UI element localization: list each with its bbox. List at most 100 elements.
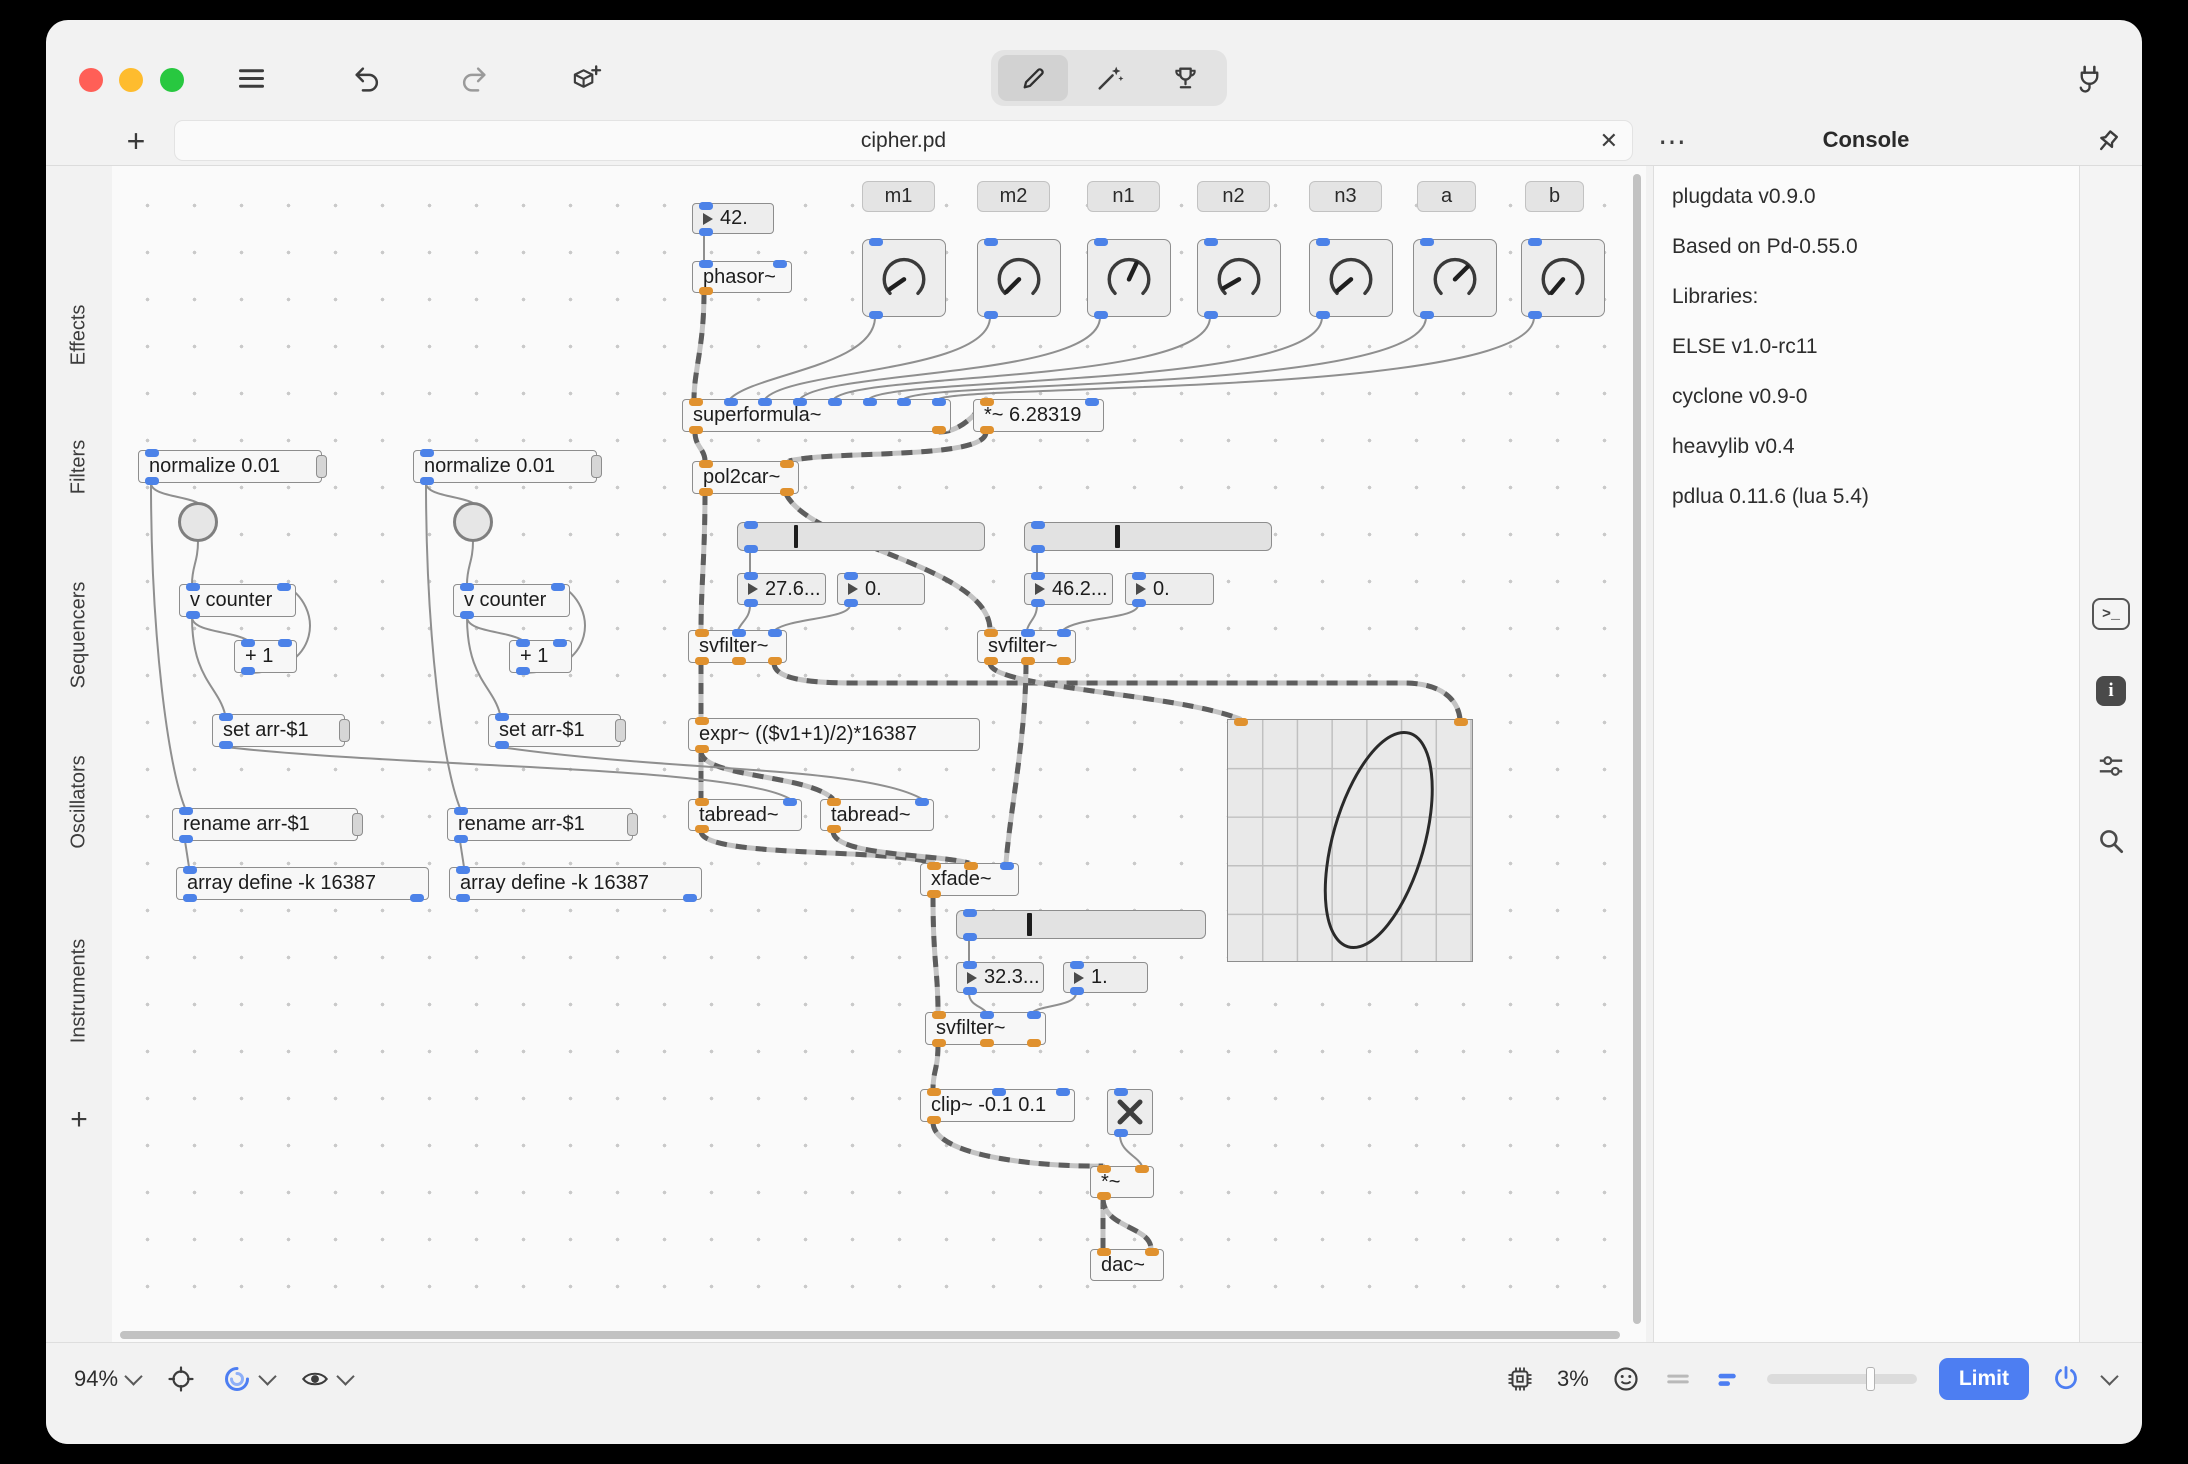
inlet-nub[interactable] bbox=[980, 1011, 994, 1019]
hslider-2[interactable] bbox=[1024, 522, 1272, 551]
outlet-nub[interactable] bbox=[1316, 311, 1330, 319]
knob-label-m2[interactable]: m2 bbox=[977, 181, 1050, 212]
inlet-nub[interactable] bbox=[1031, 521, 1045, 529]
outlet-nub[interactable] bbox=[186, 611, 200, 619]
inlet-nub[interactable] bbox=[1528, 238, 1542, 246]
outlet-nub[interactable] bbox=[179, 835, 193, 843]
patch-canvas[interactable]: 42.phasor~m1m2n1n2n3absuperformula~*~ 6.… bbox=[112, 166, 1646, 1342]
sidebar-item-filters[interactable]: Filters bbox=[68, 440, 91, 494]
sidebar-item-sequencers[interactable]: Sequencers bbox=[68, 582, 91, 689]
inlet-nub[interactable] bbox=[1056, 1088, 1070, 1096]
tab-close-button[interactable]: ✕ bbox=[1600, 121, 1618, 160]
edit-mode-button[interactable] bbox=[998, 55, 1068, 101]
inlet-nub[interactable] bbox=[932, 398, 946, 406]
inlet-nub[interactable] bbox=[869, 238, 883, 246]
outlet-nub[interactable] bbox=[927, 1116, 941, 1124]
outlet-nub[interactable] bbox=[780, 488, 794, 496]
inlet-nub[interactable] bbox=[145, 449, 159, 457]
inlet-nub[interactable] bbox=[828, 398, 842, 406]
inlet-nub[interactable] bbox=[963, 961, 977, 969]
knob-label-n1[interactable]: n1 bbox=[1087, 181, 1160, 212]
run-mode-button[interactable] bbox=[1074, 55, 1144, 101]
outlet-nub[interactable] bbox=[1031, 599, 1045, 607]
outlet-nub[interactable] bbox=[980, 426, 994, 434]
inlet-nub[interactable] bbox=[744, 572, 758, 580]
inlet-nub[interactable] bbox=[844, 572, 858, 580]
number-box-32-3[interactable]: 32.3... bbox=[956, 962, 1044, 993]
object-array-define-2[interactable]: array define -k 16387 bbox=[449, 867, 702, 900]
visibility-control[interactable] bbox=[300, 1364, 352, 1394]
outlet-nub[interactable] bbox=[732, 657, 746, 665]
inlet-nub[interactable] bbox=[1097, 1248, 1111, 1256]
outlet-nub[interactable] bbox=[768, 657, 782, 665]
sidebar-item-oscillators[interactable]: Oscillators bbox=[68, 755, 91, 848]
object-dac[interactable]: dac~ bbox=[1090, 1249, 1164, 1281]
zen-mode-button[interactable] bbox=[1611, 1364, 1641, 1394]
inlet-nub[interactable] bbox=[1027, 1011, 1041, 1019]
sidebar-item-instruments[interactable]: Instruments bbox=[68, 939, 91, 1043]
inlet-nub[interactable] bbox=[980, 398, 994, 406]
inlet-nub[interactable] bbox=[699, 460, 713, 468]
oscilloscope-display[interactable] bbox=[1227, 719, 1473, 962]
volume-slider-thumb[interactable] bbox=[1866, 1367, 1875, 1391]
center-canvas-button[interactable] bbox=[166, 1364, 196, 1394]
object-superformula[interactable]: superformula~ bbox=[682, 399, 951, 432]
chevron-down-icon[interactable] bbox=[2100, 1367, 2118, 1385]
inlet-nub[interactable] bbox=[1070, 961, 1084, 969]
inlet-nub[interactable] bbox=[992, 1088, 1006, 1096]
knob-n2[interactable] bbox=[1197, 239, 1281, 317]
outlet-nub[interactable] bbox=[516, 667, 530, 675]
outlet-nub[interactable] bbox=[932, 426, 946, 434]
outlet-nub[interactable] bbox=[699, 287, 713, 295]
tab-cipher-pd[interactable]: cipher.pd ✕ bbox=[174, 120, 1633, 161]
console-view-button[interactable]: >_ bbox=[2091, 594, 2131, 634]
number-box-frequency[interactable]: 42. bbox=[692, 203, 774, 234]
bang-2[interactable] bbox=[453, 502, 493, 542]
outlet-nub[interactable] bbox=[699, 488, 713, 496]
outlet-nub[interactable] bbox=[1132, 599, 1146, 607]
outlet-nub[interactable] bbox=[145, 477, 159, 485]
slider-handle[interactable] bbox=[1115, 525, 1120, 548]
inlet-nub[interactable] bbox=[699, 202, 713, 210]
message-normalize-2[interactable]: normalize 0.01 bbox=[413, 450, 597, 483]
outlet-nub[interactable] bbox=[744, 545, 758, 553]
outlet-nub[interactable] bbox=[219, 741, 233, 749]
inlet-nub[interactable] bbox=[793, 398, 807, 406]
object-v-counter-2[interactable]: v counter bbox=[453, 584, 570, 617]
inlet-nub[interactable] bbox=[780, 460, 794, 468]
inlet-nub[interactable] bbox=[783, 798, 797, 806]
inlet-nub[interactable] bbox=[984, 629, 998, 637]
main-menu-button[interactable] bbox=[229, 56, 273, 100]
outlet-nub[interactable] bbox=[744, 599, 758, 607]
outlet-nub[interactable] bbox=[241, 667, 255, 675]
outlet-nub[interactable] bbox=[456, 894, 470, 902]
inlet-nub[interactable] bbox=[219, 713, 233, 721]
theme-control[interactable] bbox=[222, 1364, 274, 1394]
object-phasor[interactable]: phasor~ bbox=[692, 261, 792, 293]
inlet-nub[interactable] bbox=[689, 398, 703, 406]
inlet-nub[interactable] bbox=[495, 713, 509, 721]
inlet-nub[interactable] bbox=[695, 798, 709, 806]
outlet-nub[interactable] bbox=[1031, 545, 1045, 553]
inlet-nub[interactable] bbox=[1057, 629, 1071, 637]
knob-label-b[interactable]: b bbox=[1525, 181, 1584, 212]
pin-console-button[interactable] bbox=[2088, 123, 2126, 161]
object-multiply-const[interactable]: *~ 6.28319 bbox=[973, 399, 1104, 432]
dsp-power-button[interactable] bbox=[2051, 1364, 2081, 1394]
inlet-nub[interactable] bbox=[1135, 1165, 1149, 1173]
zoom-control[interactable]: 94% bbox=[74, 1366, 140, 1392]
knob-m1[interactable] bbox=[862, 239, 946, 317]
knob-a[interactable] bbox=[1413, 239, 1497, 317]
message-rename-arr-2[interactable]: rename arr-$1 bbox=[447, 808, 633, 841]
close-window-button[interactable] bbox=[79, 68, 103, 92]
inlet-nub[interactable] bbox=[1204, 238, 1218, 246]
inlet-nub[interactable] bbox=[897, 398, 911, 406]
outlet-nub[interactable] bbox=[844, 599, 858, 607]
horizontal-scrollbar[interactable] bbox=[120, 1331, 1620, 1339]
outlet-nub[interactable] bbox=[932, 1039, 946, 1047]
number-box-1[interactable]: 1. bbox=[1063, 962, 1148, 993]
object-svfilter-1[interactable]: svfilter~ bbox=[688, 630, 787, 663]
message-set-arr-1[interactable]: set arr-$1 bbox=[212, 714, 345, 747]
outlet-nub[interactable] bbox=[1094, 311, 1108, 319]
outlet-nub[interactable] bbox=[869, 311, 883, 319]
